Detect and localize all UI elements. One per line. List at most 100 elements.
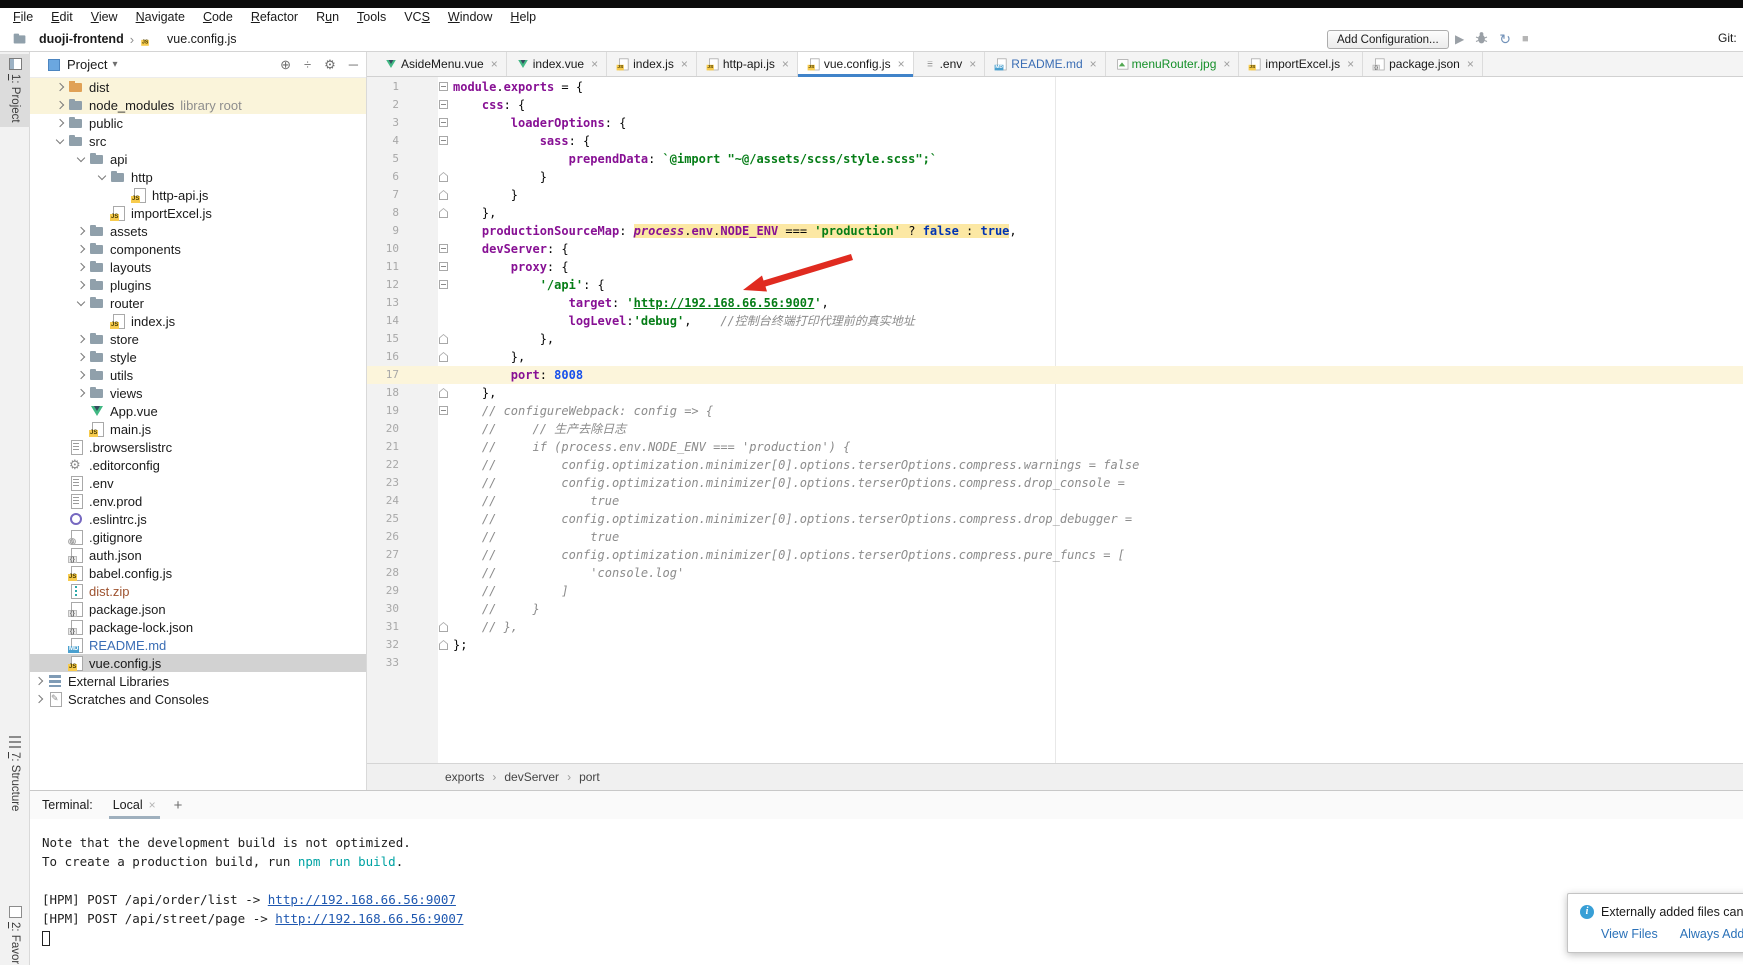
tree-item-http-api.js[interactable]: JShttp-api.js	[30, 186, 366, 204]
chevron-expanded-icon[interactable]	[94, 168, 110, 186]
code-line-21[interactable]: 21 // if (process.env.NODE_ENV === 'prod…	[367, 438, 1743, 456]
chevron-collapsed-icon[interactable]	[31, 690, 47, 708]
menu-run[interactable]: Run	[307, 8, 348, 27]
code-line-28[interactable]: 28 // 'console.log'	[367, 564, 1743, 582]
tab-menuRouter.jpg[interactable]: menuRouter.jpg×	[1106, 52, 1240, 76]
tree-item-style[interactable]: style	[30, 348, 366, 366]
tree-item-External Libraries[interactable]: External Libraries	[30, 672, 366, 690]
tree-item-components[interactable]: components	[30, 240, 366, 258]
tree-item-src[interactable]: src	[30, 132, 366, 150]
breadcrumb-project[interactable]: duoji-frontend	[39, 32, 124, 46]
tree-item-.env[interactable]: .env	[30, 474, 366, 492]
code-line-32[interactable]: 32};	[367, 636, 1743, 654]
stop-icon[interactable]: ■	[1522, 33, 1529, 45]
terminal-output[interactable]: Note that the development build is not o…	[30, 819, 1743, 947]
chevron-collapsed-icon[interactable]	[52, 114, 68, 132]
menu-file[interactable]: File	[4, 8, 42, 27]
code-line-15[interactable]: 15 },	[367, 330, 1743, 348]
code-line-31[interactable]: 31 // },	[367, 618, 1743, 636]
breadcrumb-exports[interactable]: exports	[445, 770, 484, 784]
fold-marker[interactable]	[439, 244, 448, 253]
view-files-link[interactable]: View Files	[1601, 927, 1658, 941]
chevron-collapsed-icon[interactable]	[73, 384, 89, 402]
close-icon[interactable]: ×	[681, 58, 688, 70]
chevron-collapsed-icon[interactable]	[73, 222, 89, 240]
tool-stripe-structure[interactable]: 7: Structure	[0, 732, 30, 815]
close-icon[interactable]: ×	[1467, 58, 1474, 70]
menu-tools[interactable]: Tools	[348, 8, 395, 27]
code-line-24[interactable]: 24 // true	[367, 492, 1743, 510]
tree-item-node_modules[interactable]: node_moduleslibrary root	[30, 96, 366, 114]
tab-package.json[interactable]: {}package.json×	[1363, 52, 1483, 76]
code-line-13[interactable]: 13 target: 'http://192.168.66.56:9007',	[367, 294, 1743, 312]
breadcrumb-port[interactable]: port	[579, 770, 600, 784]
chevron-collapsed-icon[interactable]	[31, 672, 47, 690]
menu-vcs[interactable]: VCS	[395, 8, 439, 27]
gear-icon[interactable]: ⚙	[324, 57, 336, 73]
code-line-20[interactable]: 20 // // 生产去除日志	[367, 420, 1743, 438]
fold-marker[interactable]	[439, 82, 448, 91]
code-line-12[interactable]: 12 '/api': {	[367, 276, 1743, 294]
chevron-expanded-icon[interactable]	[73, 150, 89, 168]
tab-vue.config.js[interactable]: JSvue.config.js×	[798, 52, 914, 76]
chevron-down-icon[interactable]: ▾	[112, 59, 117, 70]
code-line-14[interactable]: 14 logLevel:'debug', //控制台终端打印代理前的真实地址	[367, 312, 1743, 330]
tree-item-Scratches and Consoles[interactable]: Scratches and Consoles	[30, 690, 366, 708]
menu-navigate[interactable]: Navigate	[127, 8, 194, 27]
tree-item-dist[interactable]: dist	[30, 78, 366, 96]
tree-item-.eslintrc.js[interactable]: .eslintrc.js	[30, 510, 366, 528]
chevron-expanded-icon[interactable]	[73, 294, 89, 312]
close-icon[interactable]: ×	[969, 58, 976, 70]
tree-item-store[interactable]: store	[30, 330, 366, 348]
tree-item-importExcel.js[interactable]: JSimportExcel.js	[30, 204, 366, 222]
tree-item-api[interactable]: api	[30, 150, 366, 168]
refresh-icon[interactable]: ↻	[1499, 31, 1511, 48]
chevron-collapsed-icon[interactable]	[52, 96, 68, 114]
fold-marker[interactable]	[439, 280, 448, 289]
fold-marker[interactable]	[439, 262, 448, 271]
tree-item-package-lock.json[interactable]: {}package-lock.json	[30, 618, 366, 636]
tree-item-vue.config.js[interactable]: JSvue.config.js	[30, 654, 366, 672]
tool-stripe-project[interactable]: 1: Project	[0, 54, 30, 127]
tree-item-router[interactable]: router	[30, 294, 366, 312]
code-line-5[interactable]: 5 prependData: `@import "~@/assets/scss/…	[367, 150, 1743, 168]
fold-marker[interactable]	[439, 100, 448, 109]
code-line-10[interactable]: 10 devServer: {	[367, 240, 1743, 258]
tab-importExcel.js[interactable]: JSimportExcel.js×	[1239, 52, 1363, 76]
tree-item-App.vue[interactable]: App.vue	[30, 402, 366, 420]
close-icon[interactable]: ×	[591, 58, 598, 70]
tree-item-.gitignore[interactable]: ⦸.gitignore	[30, 528, 366, 546]
close-icon[interactable]: ×	[491, 58, 498, 70]
code-line-7[interactable]: 7 }	[367, 186, 1743, 204]
code-line-26[interactable]: 26 // true	[367, 528, 1743, 546]
fold-marker[interactable]	[439, 406, 448, 415]
project-tree[interactable]: distnode_moduleslibrary rootpublicsrcapi…	[30, 78, 366, 790]
chevron-expanded-icon[interactable]	[52, 132, 68, 150]
terminal-link[interactable]: http://192.168.66.56:9007	[275, 911, 463, 926]
terminal-tab-local[interactable]: Local ×	[109, 791, 160, 819]
breadcrumb-devServer[interactable]: devServer	[504, 770, 559, 784]
menu-view[interactable]: View	[82, 8, 127, 27]
chevron-collapsed-icon[interactable]	[73, 258, 89, 276]
tree-item-public[interactable]: public	[30, 114, 366, 132]
tree-item-auth.json[interactable]: {}auth.json	[30, 546, 366, 564]
code-line-1[interactable]: 1module.exports = {	[367, 78, 1743, 96]
terminal-cursor[interactable]	[42, 931, 50, 946]
code-line-19[interactable]: 19 // configureWebpack: config => {	[367, 402, 1743, 420]
tree-item-dist.zip[interactable]: dist.zip	[30, 582, 366, 600]
terminal-link[interactable]: http://192.168.66.56:9007	[268, 892, 456, 907]
chevron-collapsed-icon[interactable]	[73, 366, 89, 384]
tab-index.vue[interactable]: index.vue×	[507, 52, 607, 76]
code-line-11[interactable]: 11 proxy: {	[367, 258, 1743, 276]
code-line-18[interactable]: 18 },	[367, 384, 1743, 402]
menu-help[interactable]: Help	[501, 8, 545, 27]
tree-item-assets[interactable]: assets	[30, 222, 366, 240]
code-line-30[interactable]: 30 // }	[367, 600, 1743, 618]
code-line-16[interactable]: 16 },	[367, 348, 1743, 366]
tree-item-README.md[interactable]: MDREADME.md	[30, 636, 366, 654]
close-icon[interactable]: ×	[1223, 58, 1230, 70]
code-line-9[interactable]: 9 productionSourceMap: process.env.NODE_…	[367, 222, 1743, 240]
tree-item-index.js[interactable]: JSindex.js	[30, 312, 366, 330]
tree-item-.browserslistrc[interactable]: .browserslistrc	[30, 438, 366, 456]
new-terminal-session-icon[interactable]: +	[174, 797, 183, 814]
